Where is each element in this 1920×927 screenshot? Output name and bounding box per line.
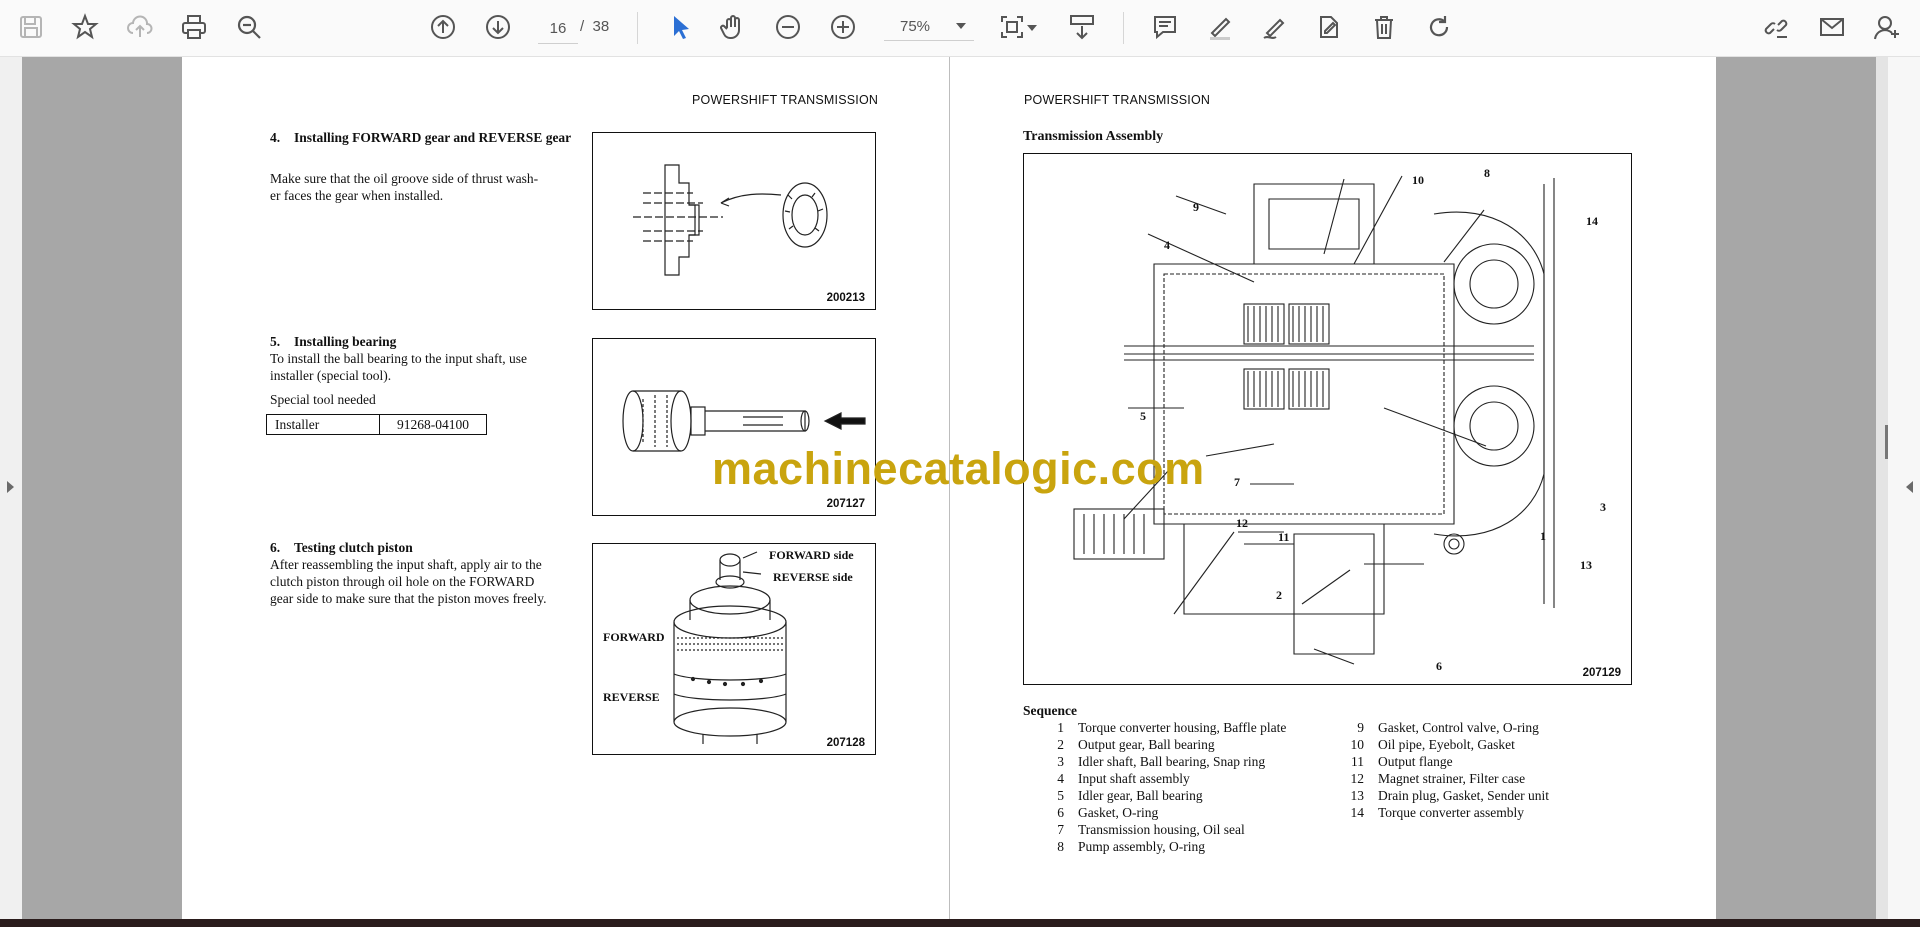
zoom-out-icon[interactable]: [771, 10, 805, 44]
sign-icon[interactable]: [1312, 10, 1346, 44]
zoom-in-icon[interactable]: [826, 10, 860, 44]
callout-12: 12: [1236, 516, 1248, 530]
sequence-item: 3 Idler shaft, Ball bearing, Snap ring: [1057, 754, 1266, 769]
sequence-list-col2: 9 Gasket, Control valve, O-ring 10 Oil pip…: [1330, 719, 1549, 821]
zoom-level-select[interactable]: 75%: [884, 13, 974, 41]
reverse-label: REVERSE: [603, 690, 660, 704]
callout-8: 8: [1484, 166, 1490, 180]
section-body: After reassembling the input shaft, appl…: [270, 557, 547, 606]
callout-11: 11: [1278, 530, 1290, 544]
sequence-item: 2 Output gear, Ball bearing: [1057, 737, 1215, 752]
callout-14: 14: [1586, 214, 1598, 228]
vertical-scrollbar[interactable]: [1876, 57, 1888, 919]
page-header: POWERSHIFT TRANSMISSION: [1024, 93, 1211, 107]
tool-name: Installer: [266, 414, 380, 435]
figure-clutch-piston: FORWARD side REVERSE side FORWARD REVERS…: [592, 543, 876, 755]
figure-title: Transmission Assembly: [1023, 129, 1164, 144]
highlight-pen-icon[interactable]: [1203, 10, 1237, 44]
rotate-icon[interactable]: [1422, 10, 1456, 44]
section-number: 5.: [270, 334, 281, 349]
comment-icon[interactable]: [1148, 10, 1182, 44]
sequence-item: 9 Gasket, Control valve, O-ring: [1357, 720, 1539, 735]
fit-page-icon[interactable]: [995, 10, 1029, 44]
bottom-edge: [0, 919, 1920, 927]
sequence-item: 7 Transmission housing, Oil seal: [1057, 822, 1245, 837]
section-title: Installing bearing: [294, 334, 397, 349]
email-icon[interactable]: [1815, 10, 1849, 44]
section-title: Testing clutch piston: [294, 540, 413, 555]
page-number-input[interactable]: [538, 13, 578, 44]
figure-number: 207129: [1582, 667, 1621, 679]
draw-icon[interactable]: [1257, 10, 1291, 44]
zoom-search-icon[interactable]: [232, 10, 266, 44]
section-body: Make sure that the oil groove side of th…: [270, 171, 539, 203]
sequence-item: 10 Oil pipe, Eyebolt, Gasket: [1350, 737, 1515, 752]
right-panel-toggle[interactable]: [1888, 57, 1920, 919]
sequence-item: 13 Drain plug, Gasket, Sender unit: [1350, 788, 1549, 803]
account-icon[interactable]: [1870, 10, 1904, 44]
thrust-washer-drawing: [633, 164, 828, 276]
viewer-background: [1716, 57, 1876, 919]
section-number: 6.: [270, 540, 281, 555]
toolbar-divider: [637, 12, 638, 44]
scroll-mode-icon[interactable]: [1065, 10, 1099, 44]
pdf-toolbar: / 38 75%: [0, 0, 1920, 57]
sequence-item: 8 Pump assembly, O-ring: [1057, 839, 1205, 854]
callout-5: 5: [1140, 409, 1146, 423]
next-page-icon[interactable]: [481, 10, 515, 44]
sequence-item: 6 Gasket, O-ring: [1057, 805, 1159, 820]
sequence-item: 11 Output flange: [1351, 754, 1453, 769]
tool-part-number: 91268-04100: [379, 414, 487, 435]
upload-cloud-icon[interactable]: [123, 10, 157, 44]
section-number: 4.: [270, 130, 281, 145]
sequence-item: 14 Torque converter assembly: [1350, 805, 1525, 820]
callout-1: 1: [1540, 529, 1546, 543]
reverse-side-label: REVERSE side: [773, 570, 853, 584]
callout-6: 6: [1436, 659, 1442, 673]
callout-7: 7: [1234, 475, 1240, 489]
callout-3: 3: [1600, 500, 1606, 514]
sequence-item: 12 Magnet strainer, Filter case: [1350, 771, 1526, 786]
toolbar-divider: [1123, 12, 1124, 44]
sequence-item: 1 Torque converter housing, Baffle plate: [1057, 720, 1287, 735]
chevron-down-icon: [956, 23, 966, 29]
watermark-text: machinecatalogic.com: [712, 443, 1205, 494]
section-body: To install the ball bearing to the input…: [270, 351, 528, 383]
page-header: POWERSHIFT TRANSMISSION: [692, 93, 879, 107]
share-link-icon[interactable]: [1759, 10, 1793, 44]
forward-side-label: FORWARD side: [769, 548, 854, 562]
expand-left-panel-icon[interactable]: [7, 481, 14, 493]
callout-10: 10: [1412, 173, 1424, 187]
viewer-background: [22, 57, 182, 919]
sequence-item: 4 Input shaft assembly: [1057, 771, 1190, 786]
delete-icon[interactable]: [1367, 10, 1401, 44]
figure-number: 200213: [826, 292, 865, 304]
callout-13: 13: [1580, 558, 1592, 572]
document-viewer[interactable]: POWERSHIFT TRANSMISSION 4. Installing FO…: [0, 57, 1920, 919]
save-icon[interactable]: [14, 10, 48, 44]
sequence-title: Sequence: [1023, 703, 1077, 718]
sequence-item: 5 Idler gear, Ball bearing: [1057, 788, 1203, 803]
chevron-down-icon[interactable]: [1025, 10, 1039, 44]
figure-transmission-assembly: 9 4 10 8 14 5 3 12 7 11 13 1 2 6 207129: [1023, 153, 1632, 685]
sequence-list-col1: 1 Torque converter housing, Baffle plate …: [1030, 719, 1286, 855]
expand-right-panel-icon[interactable]: [1906, 481, 1913, 493]
hand-pan-icon[interactable]: [716, 10, 750, 44]
section-title: Installing FORWARD gear and REVERSE gear: [294, 130, 572, 145]
special-tool-note: Special tool needed: [270, 392, 376, 407]
select-arrow-icon[interactable]: [662, 10, 696, 44]
previous-page-icon[interactable]: [426, 10, 460, 44]
figure-number: 207127: [826, 498, 865, 510]
callout-4: 4: [1164, 238, 1170, 252]
callout-9: 9: [1193, 200, 1199, 214]
bookmark-star-icon[interactable]: [68, 10, 102, 44]
figure-thrust-washer: 200213: [592, 132, 876, 310]
figure-number: 207128: [826, 737, 865, 749]
transmission-assembly-drawing: [1073, 175, 1555, 665]
special-tool-table: Installer 91268-04100: [266, 414, 487, 435]
forward-label: FORWARD: [603, 630, 665, 644]
page-count: / 38: [580, 18, 610, 35]
print-icon[interactable]: [177, 10, 211, 44]
callout-2: 2: [1276, 588, 1282, 602]
